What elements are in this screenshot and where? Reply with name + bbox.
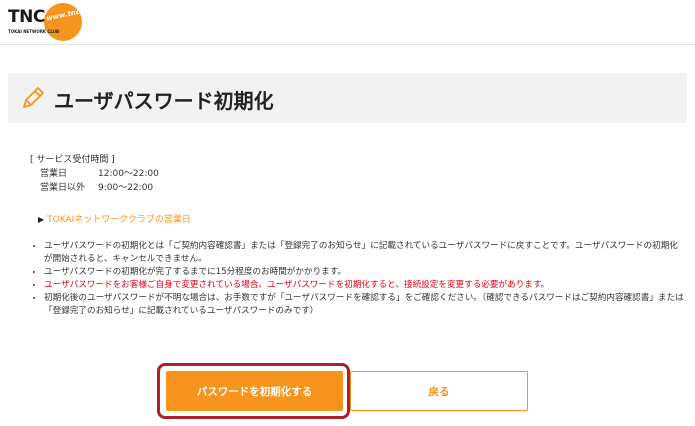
hours-row-non-business-day: 営業日以外 9:00〜22:00	[30, 181, 159, 195]
notes-list: ユーザパスワードの初期化とは「ご契約内容確認書」または「登録完了のお知らせ」に記…	[30, 240, 684, 318]
back-button[interactable]: 戻る	[350, 371, 528, 411]
hours-label: 営業日	[40, 169, 68, 179]
list-item: 初期化後のユーザパスワードが不明な場合は、お手数ですが「ユーザパスワードを確認す…	[44, 292, 684, 318]
hours-value: 12:00〜22:00	[98, 169, 159, 179]
site-header: www.tnc.ne.jp TNC TOKAI NETWORK CLUB	[0, 0, 695, 45]
tnc-logo[interactable]: www.tnc.ne.jp TNC TOKAI NETWORK CLUB	[8, 3, 103, 41]
page-title: ユーザパスワード初期化	[54, 89, 274, 113]
list-item-warning: ユーザパスワードをお客様ご自身で変更されている場合、ユーザパスワードを初期化する…	[44, 279, 684, 292]
triangle-right-icon: ▶	[38, 215, 45, 224]
pencil-icon	[23, 87, 44, 108]
business-days-link-label[interactable]: TOKAIネットワーククラブの営業日	[47, 215, 191, 225]
hours-label: 営業日以外	[40, 183, 86, 193]
logo-text: TNC	[8, 7, 45, 27]
hours-value: 9:00〜22:00	[98, 183, 154, 193]
service-hours-heading: [ サービス受付時間 ]	[30, 155, 115, 165]
list-item: ユーザパスワードの初期化が完了するまでに15分程度のお時間がかかります。	[44, 266, 684, 279]
page-title-bar: ユーザパスワード初期化	[8, 73, 687, 123]
reset-password-button[interactable]: パスワードを初期化する	[166, 371, 343, 411]
hours-row-business-day: 営業日 12:00〜22:00	[30, 167, 159, 181]
business-days-link[interactable]: ▶ TOKAIネットワーククラブの営業日	[38, 212, 191, 225]
service-hours: [ サービス受付時間 ] 営業日 12:00〜22:00 営業日以外 9:00〜22…	[30, 153, 159, 195]
logo-subtitle: TOKAI NETWORK CLUB	[8, 29, 60, 34]
list-item: ユーザパスワードの初期化とは「ご契約内容確認書」または「登録完了のお知らせ」に記…	[44, 240, 684, 266]
